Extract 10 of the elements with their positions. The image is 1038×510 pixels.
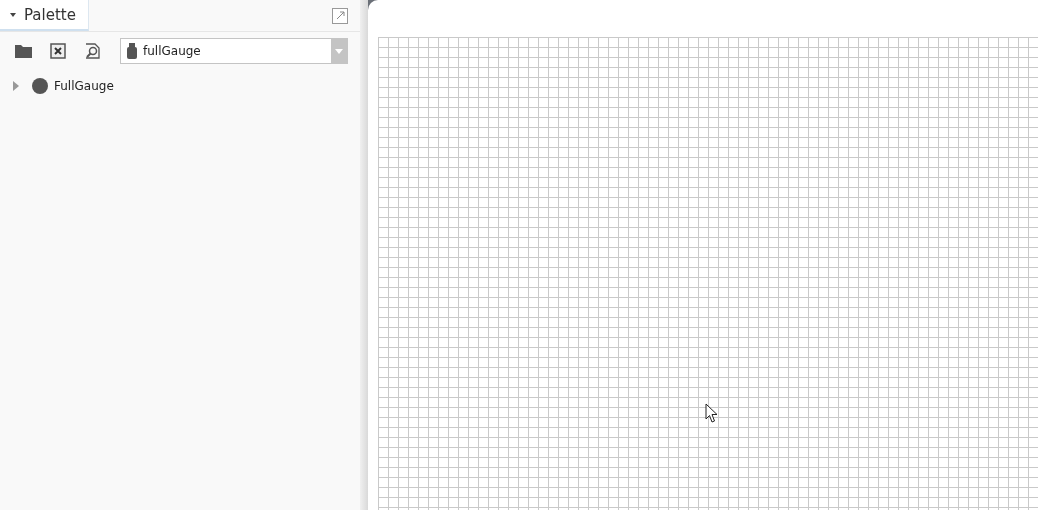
caret-icon xyxy=(335,48,343,54)
palette-tab[interactable]: Palette xyxy=(0,0,89,31)
cursor-icon xyxy=(705,403,718,423)
palette-title: Palette xyxy=(24,5,76,24)
tree-item[interactable]: FullGauge xyxy=(54,79,114,93)
expand-icon[interactable] xyxy=(12,81,20,91)
circle-icon xyxy=(32,78,48,94)
grid-canvas[interactable] xyxy=(378,37,1038,510)
module-dropdown[interactable]: fullGauge xyxy=(120,38,348,64)
jar-icon xyxy=(127,43,137,59)
